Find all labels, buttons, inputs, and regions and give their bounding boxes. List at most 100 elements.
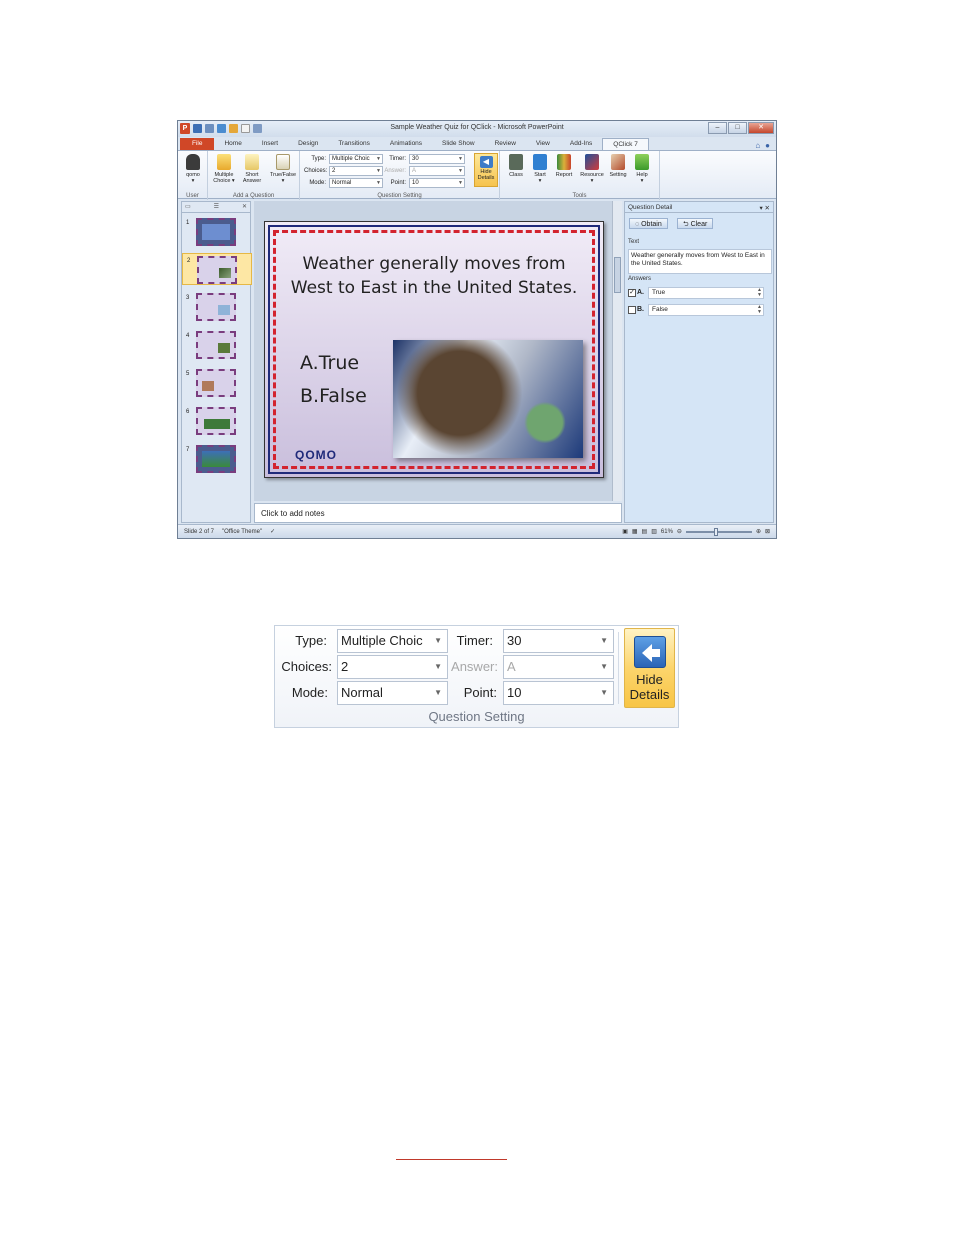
setting-button[interactable]: Setting	[606, 154, 630, 178]
answer-b-field[interactable]: False ▲ ▼	[648, 303, 764, 316]
choices-dropdown[interactable]: 2 ▼	[329, 166, 383, 176]
chevron-down-icon: ▼	[458, 156, 463, 162]
multiple-choice-button[interactable]: Multiple Choice ▾	[212, 154, 236, 184]
setting-tools-icon	[611, 154, 625, 170]
slide-thumbnail[interactable]: 3	[182, 291, 252, 323]
slide-thumbnail[interactable]: 4	[182, 329, 252, 361]
slide-thumbnail-selected[interactable]: 2	[182, 253, 252, 285]
timer-dropdown[interactable]: 30 ▼	[409, 154, 465, 164]
close-pane-icon[interactable]: ✕	[242, 203, 247, 211]
spellcheck-icon[interactable]: ✓	[270, 528, 275, 535]
question-detail-pane: Question Detail ▾ ✕ ◌ Obtain ⮌ Clear Tex…	[624, 201, 774, 523]
close-button[interactable]: ✕	[748, 122, 774, 134]
spinner-icon[interactable]: ▲ ▼	[757, 304, 762, 315]
tab-add-ins[interactable]: Add-Ins	[560, 138, 602, 150]
notes-area[interactable]: Click to add notes	[254, 503, 622, 523]
hide-details-button-small[interactable]: ◀ Hide Details	[474, 153, 498, 187]
window-title: Sample Weather Quiz for QClick - Microso…	[390, 124, 564, 131]
normal-view-icon[interactable]: ▣	[622, 528, 628, 535]
slide-choice-b[interactable]: B.False	[300, 385, 367, 407]
help-button[interactable]: Help ▾	[630, 154, 654, 184]
start-button[interactable]: Start ▾	[528, 154, 552, 184]
short-answer-button[interactable]: Short Answer	[240, 154, 264, 184]
type-dropdown[interactable]: Multiple Choic ▼	[329, 154, 383, 164]
chevron-down-icon: ▼	[600, 636, 608, 645]
fit-to-window-icon[interactable]: ⊠	[765, 528, 770, 535]
tab-review[interactable]: Review	[485, 138, 526, 150]
answer-dropdown: A ▼	[503, 655, 614, 679]
type-dropdown[interactable]: Multiple Choic ▼	[337, 629, 448, 653]
true-false-icon	[276, 154, 290, 170]
tab-file[interactable]: File	[180, 138, 215, 150]
timer-label: Timer:	[456, 633, 493, 648]
maximize-button[interactable]: □	[728, 122, 747, 134]
short-answer-icon	[245, 154, 259, 170]
slides-pane: ▭ ☰ ✕ 1 2 3 4 5 6 7	[181, 201, 252, 523]
help-icon[interactable]: ●	[765, 141, 770, 150]
slideshow-view-icon[interactable]: ▥	[651, 528, 657, 535]
question-text-field[interactable]: Weather generally moves from West to Eas…	[628, 249, 772, 274]
slide-thumbnail[interactable]: 5	[182, 367, 252, 399]
point-dropdown[interactable]: 10 ▼	[503, 681, 614, 705]
reading-view-icon[interactable]: ▤	[642, 528, 648, 535]
question-setting-group-label: Question Setting	[428, 709, 525, 724]
tab-animations[interactable]: Animations	[380, 138, 432, 150]
powerpoint-window: P Sample Weather Quiz for QClick - Micro…	[177, 120, 777, 539]
mode-dropdown[interactable]: Normal ▼	[337, 681, 448, 705]
tab-slide-show[interactable]: Slide Show	[432, 138, 485, 150]
timer-dropdown[interactable]: 30 ▼	[503, 629, 614, 653]
spinner-icon[interactable]: ▲ ▼	[757, 287, 762, 298]
multiple-choice-icon	[217, 154, 231, 170]
timer-label: Timer:	[389, 156, 406, 162]
class-button[interactable]: Class	[504, 154, 528, 178]
clear-button[interactable]: ⮌ Clear	[677, 218, 714, 229]
user-icon	[186, 154, 200, 170]
mode-label: Mode:	[309, 180, 326, 186]
point-dropdown[interactable]: 10 ▼	[409, 178, 465, 188]
chevron-down-icon: ▼	[434, 688, 442, 697]
chevron-down-icon: ▼	[600, 688, 608, 697]
zoom-in-icon[interactable]: ⊕	[756, 528, 761, 535]
qomo-user-button[interactable]: qomo ▾	[181, 154, 205, 184]
tab-view[interactable]: View	[526, 138, 560, 150]
obtain-button[interactable]: ◌ Obtain	[629, 218, 668, 229]
slide-choice-a[interactable]: A.True	[300, 352, 359, 374]
tab-transitions[interactable]: Transitions	[328, 138, 380, 150]
mode-label: Mode:	[291, 685, 328, 700]
answer-a-checkbox[interactable]: ✓	[628, 288, 636, 297]
vertical-scrollbar[interactable]	[612, 201, 622, 501]
answer-a-field[interactable]: True ▲ ▼	[648, 286, 764, 299]
tab-design[interactable]: Design	[288, 138, 328, 150]
slide-thumbnail[interactable]: 1	[182, 216, 252, 248]
weather-satellite-image[interactable]	[393, 340, 583, 458]
report-button[interactable]: Report	[552, 154, 576, 178]
slides-tab-icon[interactable]: ▭	[185, 203, 191, 211]
minimize-ribbon-icon[interactable]: ⌂	[755, 141, 760, 150]
true-false-button[interactable]: True/False ▾	[268, 154, 298, 184]
outline-tab-icon[interactable]: ☰	[214, 203, 219, 211]
slide-thumbnail[interactable]: 7	[182, 443, 252, 475]
answer-b-checkbox[interactable]	[628, 305, 636, 314]
pane-close-icon[interactable]: ▾ ✕	[759, 204, 770, 212]
current-slide[interactable]: Weather generally moves from West to Eas…	[264, 221, 604, 478]
tab-qclick[interactable]: QClick 7	[602, 138, 649, 150]
mode-dropdown[interactable]: Normal ▼	[329, 178, 383, 188]
zoom-level[interactable]: 61%	[661, 529, 673, 535]
resource-button[interactable]: Resource ▾	[578, 154, 606, 184]
chevron-down-icon: ▼	[376, 156, 381, 162]
question-setting-group-label: Question Setting	[377, 193, 422, 199]
answers-section-label: Answers	[628, 276, 652, 282]
slide-sorter-icon[interactable]: ▦	[632, 528, 638, 535]
hide-details-button[interactable]: Hide Details	[624, 628, 675, 708]
choices-dropdown[interactable]: 2 ▼	[337, 655, 448, 679]
user-group-label: User	[186, 193, 199, 199]
slide-thumbnail[interactable]: 6	[182, 405, 252, 437]
slide-question-text[interactable]: Weather generally moves from West to Eas…	[277, 252, 591, 300]
arrow-left-icon: ◀	[479, 156, 493, 168]
minimize-button[interactable]: –	[708, 122, 727, 134]
tab-home[interactable]: Home	[214, 138, 251, 150]
zoom-out-icon[interactable]: ⊖	[677, 528, 682, 535]
zoom-slider[interactable]	[685, 527, 752, 536]
tab-insert[interactable]: Insert	[252, 138, 288, 150]
footer-link[interactable]	[396, 1148, 507, 1160]
